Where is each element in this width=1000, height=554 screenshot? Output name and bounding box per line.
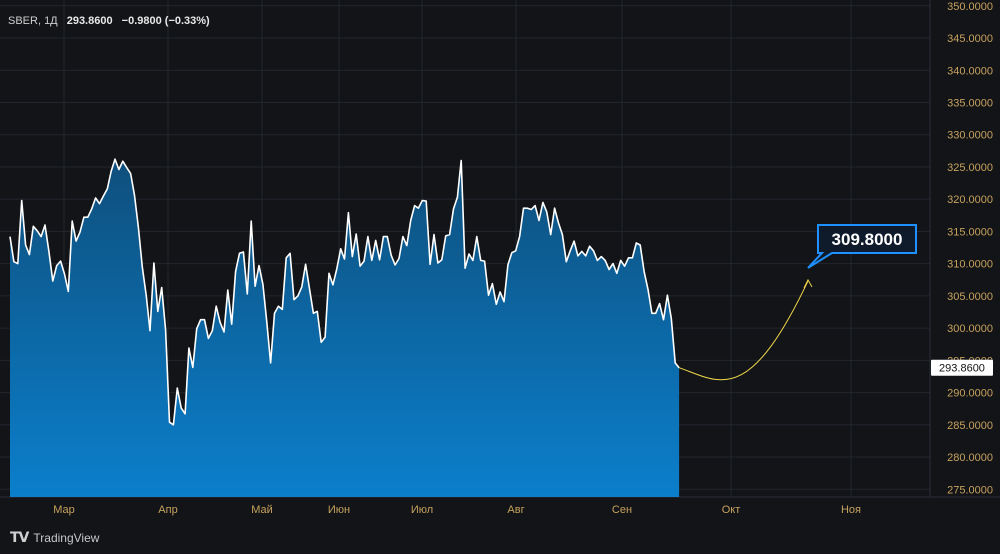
x-tick-label: Ноя [841,504,861,516]
tradingview-brand[interactable]: TV TradingView [10,530,99,546]
x-tick-label: Июн [328,504,350,516]
y-tick-label: 350.0000 [947,1,993,13]
symbol-label: SBER, 1Д [8,15,58,27]
y-tick-label: 315.0000 [947,226,993,238]
y-tick-label: 275.0000 [947,484,993,496]
tradingview-logo-icon: TV [10,530,29,546]
target-price-label: 309.8000 [832,230,903,249]
bottom-bar: TV TradingView [0,524,1000,554]
y-tick-label: 285.0000 [947,420,993,432]
price-area [10,159,680,497]
last-price-label: 293.8600 [939,363,985,375]
chart-window: 309.8000 275.0000 280.0000 285.0000 290.0000… [0,0,1000,554]
y-tick-label: 280.0000 [947,452,993,464]
x-tick-label: Окт [722,504,741,516]
y-tick-label: 305.0000 [947,291,993,303]
y-tick-label: 320.0000 [947,194,993,206]
y-tick-label: 310.0000 [947,259,993,271]
x-tick-label: Апр [158,504,177,516]
x-tick-label: Май [251,504,273,516]
x-tick-label: Июл [411,504,433,516]
y-tick-label: 340.0000 [947,65,993,77]
price-change-value: −0.9800 (−0.33%) [121,15,210,27]
y-tick-label: 290.0000 [947,388,993,400]
last-price-value: 293.8600 [66,15,113,27]
x-tick-label: Сен [612,504,632,516]
x-tick-label: Авг [507,504,524,516]
y-tick-label: 335.0000 [947,97,993,109]
symbol-legend: SBER, 1Д 293.8600 −0.9800 (−0.33%) [8,15,210,27]
y-tick-label: 300.0000 [947,323,993,335]
y-tick-label: 330.0000 [947,130,993,142]
brand-name: TradingView [33,531,100,545]
x-tick-label: Мар [53,504,75,516]
y-tick-label: 325.0000 [947,162,993,174]
y-tick-label: 345.0000 [947,33,993,45]
price-chart[interactable]: 309.8000 275.0000 280.0000 285.0000 290.0000… [0,0,1000,554]
